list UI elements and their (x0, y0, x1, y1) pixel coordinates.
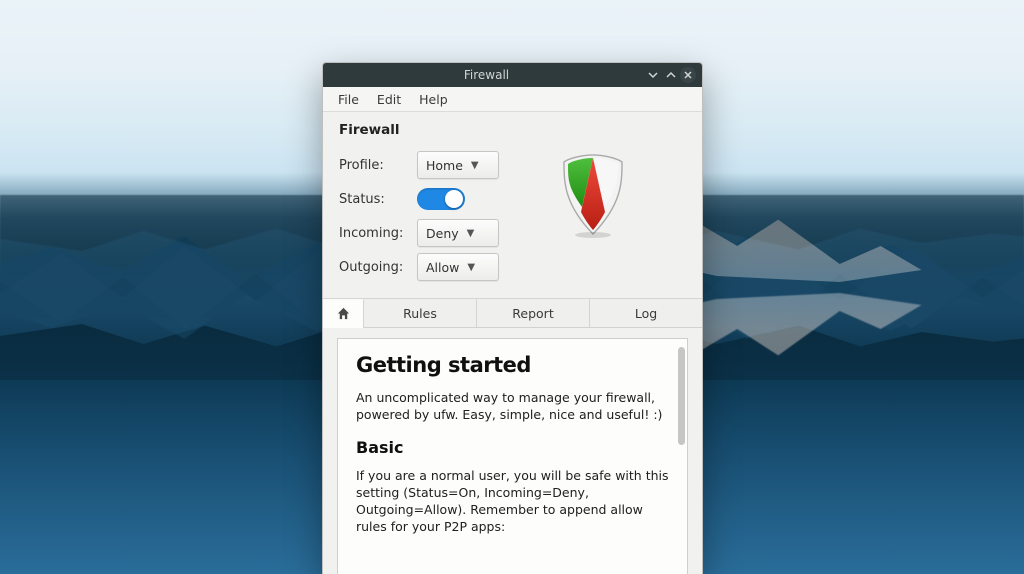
toggle-knob (445, 190, 463, 208)
tabbar: Rules Report Log (323, 299, 702, 328)
close-icon (683, 70, 693, 80)
profile-label: Profile: (339, 158, 417, 173)
caret-down-icon: ▼ (467, 262, 475, 273)
chevron-up-icon (665, 69, 677, 81)
caret-down-icon: ▼ (471, 160, 479, 171)
status-toggle[interactable] (417, 188, 465, 210)
menu-file[interactable]: File (329, 89, 368, 110)
menubar: File Edit Help (323, 87, 702, 112)
firewall-window: Firewall File Edit Help Firewall Profile… (322, 62, 703, 574)
caret-down-icon: ▼ (467, 228, 475, 239)
scrollbar-thumb[interactable] (678, 347, 685, 445)
content-area: Getting started An uncomplicated way to … (323, 328, 702, 574)
profile-value: Home (426, 158, 463, 173)
titlebar[interactable]: Firewall (323, 63, 702, 87)
incoming-label: Incoming: (339, 226, 417, 241)
menu-edit[interactable]: Edit (368, 89, 410, 110)
minimize-button[interactable] (644, 66, 662, 84)
close-button[interactable] (680, 67, 696, 83)
incoming-value: Deny (426, 226, 459, 241)
chevron-down-icon (647, 69, 659, 81)
gufw-shield-icon (558, 152, 628, 240)
tab-report[interactable]: Report (477, 299, 590, 327)
panel-heading: Firewall (339, 122, 686, 138)
outgoing-select[interactable]: Allow ▼ (417, 253, 499, 281)
tab-log[interactable]: Log (590, 299, 702, 327)
doc-basic-text: If you are a normal user, you will be sa… (356, 467, 669, 536)
window-title: Firewall (329, 68, 644, 82)
menu-help[interactable]: Help (410, 89, 457, 110)
home-icon (336, 306, 351, 321)
doc-heading: Getting started (356, 353, 669, 377)
maximize-button[interactable] (662, 66, 680, 84)
desktop-wallpaper: Firewall File Edit Help Firewall Profile… (0, 0, 1024, 574)
status-label: Status: (339, 192, 417, 207)
settings-panel: Firewall Profile: Home ▼ Status: (323, 112, 702, 299)
tab-rules[interactable]: Rules (364, 299, 477, 327)
outgoing-value: Allow (426, 260, 459, 275)
outgoing-label: Outgoing: (339, 260, 417, 275)
incoming-select[interactable]: Deny ▼ (417, 219, 499, 247)
tab-home[interactable] (323, 299, 364, 327)
profile-select[interactable]: Home ▼ (417, 151, 499, 179)
doc-viewer[interactable]: Getting started An uncomplicated way to … (337, 338, 688, 574)
doc-subheading: Basic (356, 438, 669, 457)
doc-intro: An uncomplicated way to manage your fire… (356, 389, 669, 424)
